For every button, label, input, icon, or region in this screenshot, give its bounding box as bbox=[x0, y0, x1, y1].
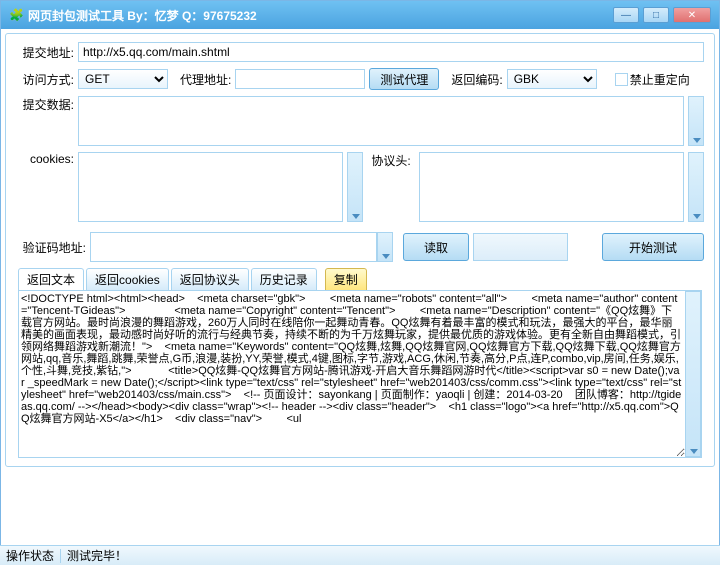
submit-data-textarea[interactable] bbox=[78, 96, 684, 146]
tab-return-headers[interactable]: 返回协议头 bbox=[171, 268, 249, 290]
captcha-image-box bbox=[473, 233, 568, 261]
status-text: 测试完毕！ bbox=[67, 547, 127, 564]
start-test-button[interactable]: 开始测试 bbox=[602, 233, 704, 261]
return-encoding-select[interactable]: GBK bbox=[507, 69, 597, 89]
separator bbox=[60, 549, 61, 563]
access-method-label: 访问方式: bbox=[16, 71, 74, 88]
tab-return-cookies[interactable]: 返回cookies bbox=[86, 268, 169, 290]
status-bar: 操作状态 测试完毕！ bbox=[0, 545, 720, 565]
submit-url-input[interactable] bbox=[78, 42, 704, 62]
cookies-textarea[interactable] bbox=[78, 152, 343, 222]
scrollbar[interactable] bbox=[688, 152, 704, 222]
tab-history[interactable]: 历史记录 bbox=[251, 268, 317, 290]
main-panel: 提交地址: 访问方式: GET 代理地址: 测试代理 返回编码: GBK 禁止重… bbox=[5, 33, 715, 467]
protocol-header-label: 协议头: bbox=[371, 152, 410, 222]
captcha-url-label: 验证码地址: bbox=[16, 239, 86, 256]
checkbox-icon bbox=[615, 73, 628, 86]
tab-return-text[interactable]: 返回文本 bbox=[18, 268, 84, 290]
access-method-select[interactable]: GET bbox=[78, 69, 168, 89]
submit-data-label: 提交数据: bbox=[16, 96, 74, 146]
minimize-button[interactable]: — bbox=[613, 7, 639, 23]
maximize-button[interactable]: □ bbox=[643, 7, 669, 23]
titlebar: 🧩 网页封包测试工具 By：忆梦 Q：97675232 — □ ✕ bbox=[1, 1, 719, 29]
window-title: 网页封包测试工具 By：忆梦 Q：97675232 bbox=[28, 7, 613, 24]
scrollbar[interactable] bbox=[347, 152, 363, 222]
protocol-header-textarea[interactable] bbox=[419, 152, 684, 222]
close-button[interactable]: ✕ bbox=[673, 7, 711, 23]
proxy-url-label: 代理地址: bbox=[180, 71, 231, 88]
scrollbar[interactable] bbox=[377, 232, 393, 262]
return-encoding-label: 返回编码: bbox=[451, 71, 502, 88]
result-tabs: 返回文本 返回cookies 返回协议头 历史记录 复制 bbox=[16, 268, 704, 290]
cookies-label: cookies: bbox=[16, 152, 74, 222]
window-controls: — □ ✕ bbox=[613, 7, 711, 23]
result-textarea[interactable]: <!DOCTYPE html><html><head> <meta charse… bbox=[19, 291, 685, 457]
no-redirect-checkbox[interactable]: 禁止重定向 bbox=[615, 71, 690, 88]
copy-button[interactable]: 复制 bbox=[325, 268, 367, 290]
app-icon: 🧩 bbox=[9, 8, 24, 22]
result-panel: <!DOCTYPE html><html><head> <meta charse… bbox=[18, 290, 702, 458]
scrollbar[interactable] bbox=[688, 96, 704, 146]
submit-url-label: 提交地址: bbox=[16, 44, 74, 61]
test-proxy-button[interactable]: 测试代理 bbox=[369, 68, 439, 90]
status-label: 操作状态 bbox=[6, 547, 54, 564]
read-button[interactable]: 读取 bbox=[403, 233, 469, 261]
proxy-url-input[interactable] bbox=[235, 69, 365, 89]
captcha-url-input[interactable] bbox=[90, 232, 377, 262]
scrollbar[interactable] bbox=[685, 291, 701, 457]
